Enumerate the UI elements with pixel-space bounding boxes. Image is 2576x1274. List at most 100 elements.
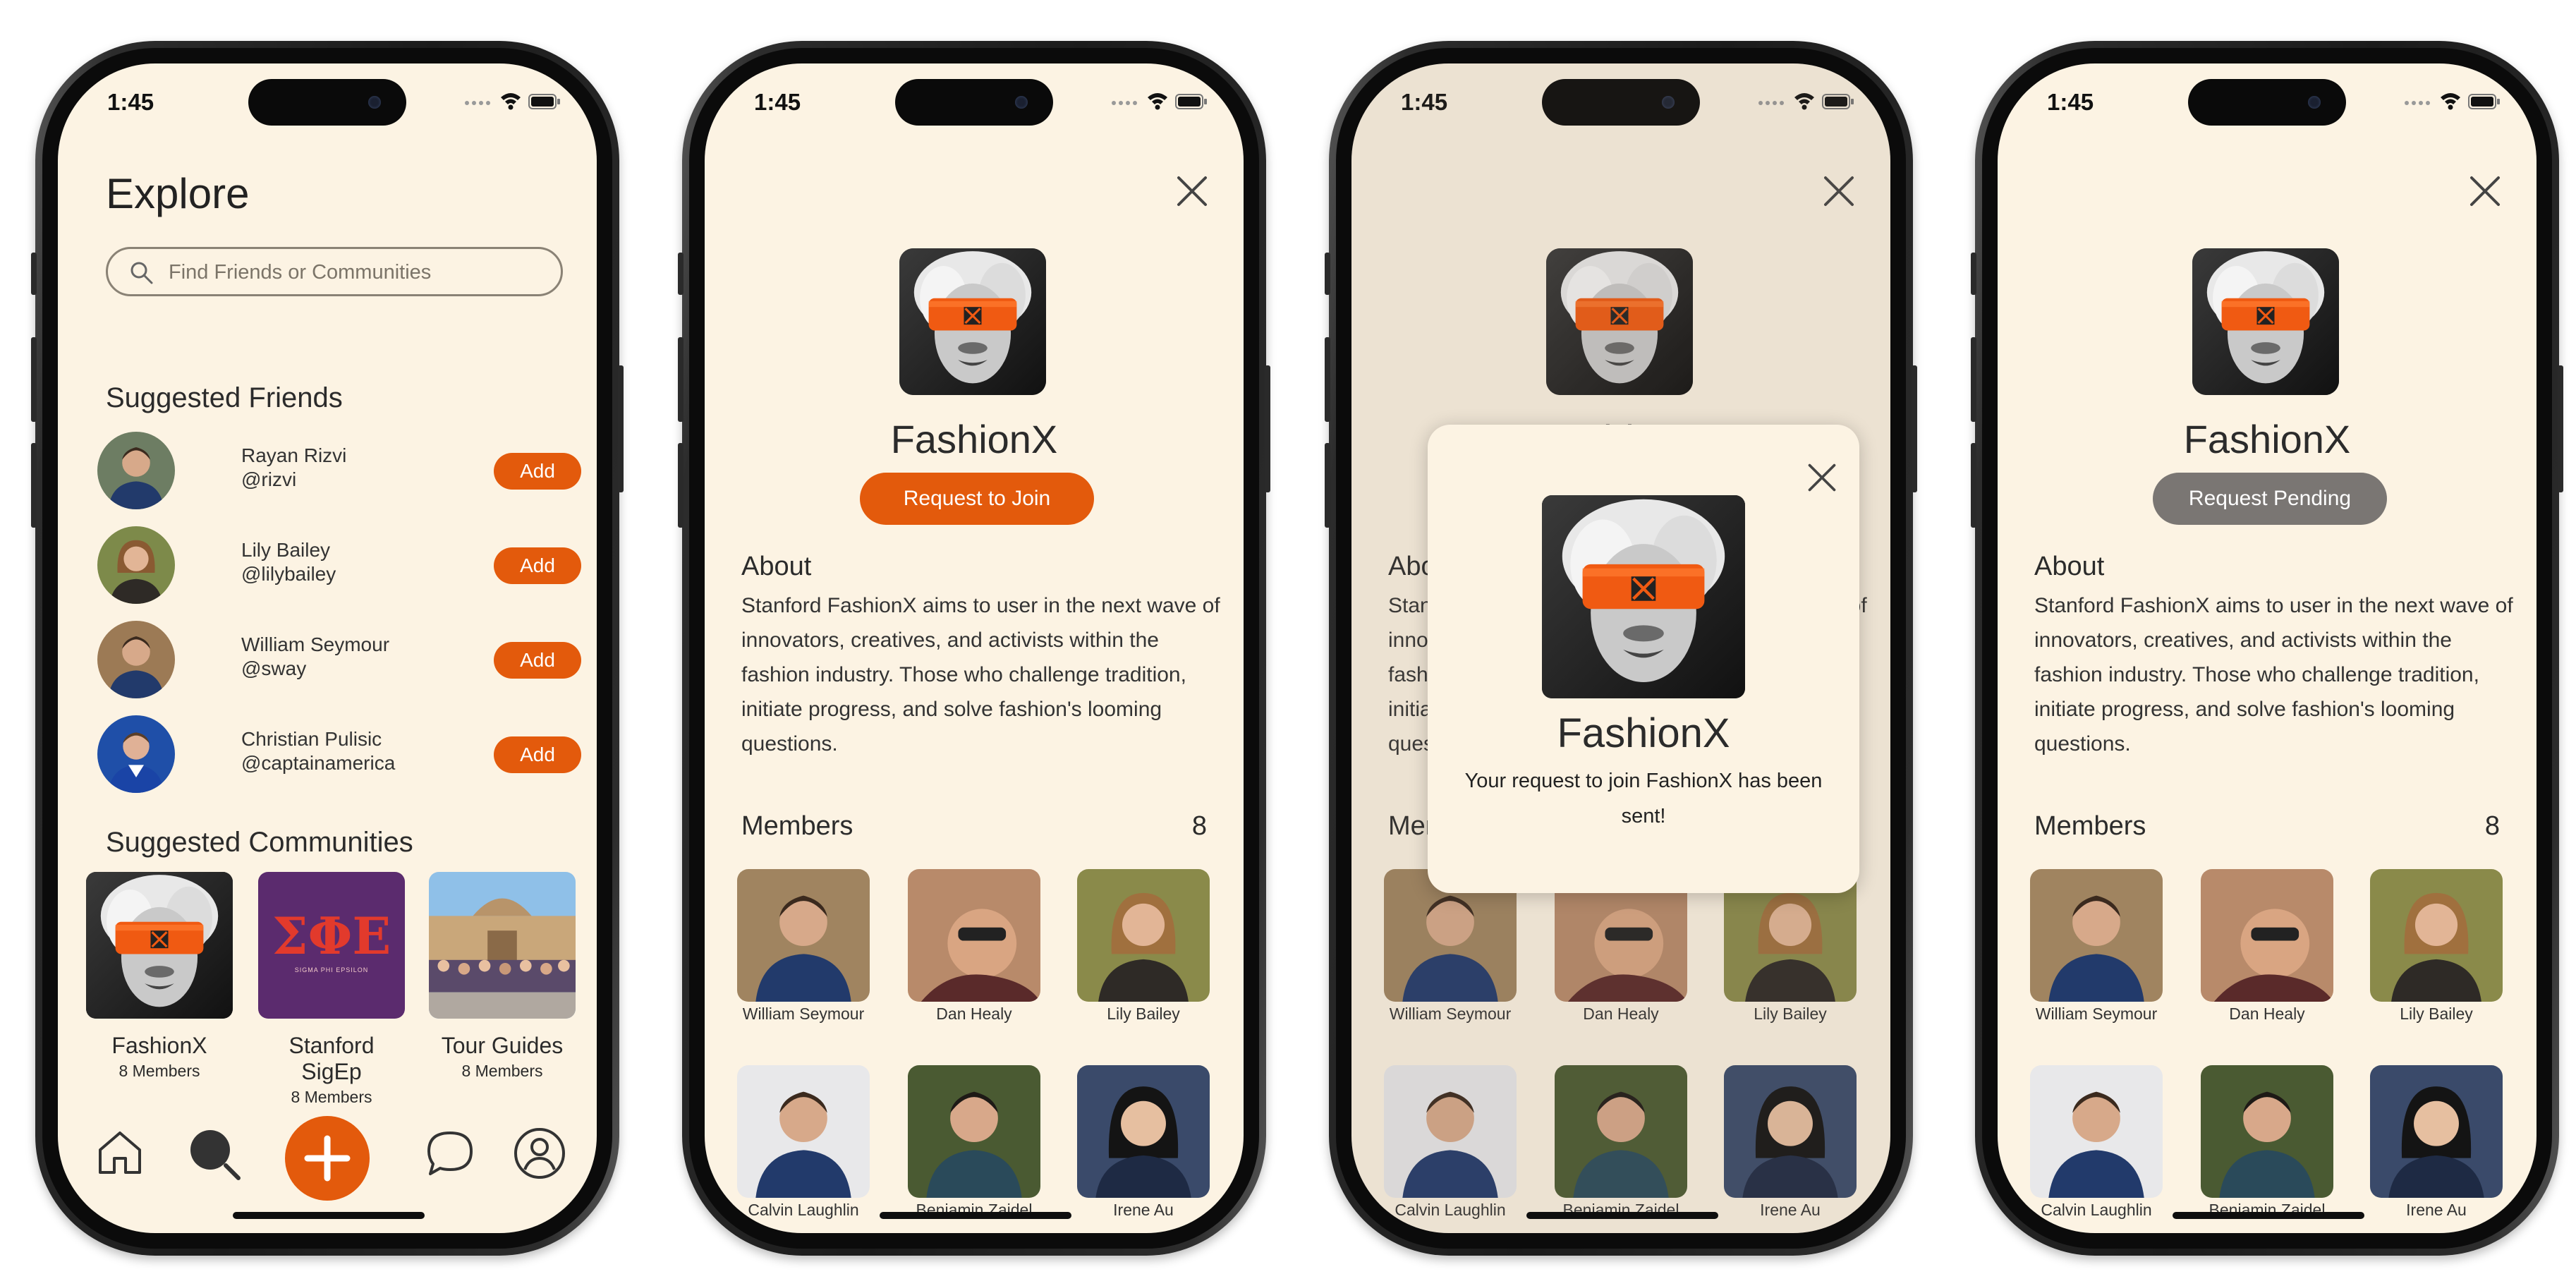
home-icon[interactable]	[93, 1126, 147, 1179]
search-input[interactable]	[167, 257, 551, 287]
modal-community-logo	[1542, 495, 1745, 698]
mute-switch	[1325, 253, 1330, 295]
add-friend-button[interactable]: Add	[494, 547, 581, 584]
community-name: Stanford SigEp	[288, 1033, 375, 1084]
member-name: Lily Bailey	[1107, 1005, 1180, 1023]
volume-down-button	[1971, 443, 1976, 528]
community-photo	[429, 872, 576, 1019]
status-icons	[2402, 90, 2501, 111]
confirmation-screen: 1:45 FashionX About Stanford FashionX ai…	[1351, 63, 1890, 1233]
member-tile[interactable]: Calvin Laughlin	[733, 1065, 874, 1220]
dynamic-island	[2188, 79, 2346, 126]
friend-row: Lily Bailey @lilybailey Add	[97, 526, 581, 604]
status-icons	[1110, 90, 1208, 111]
member-name: Calvin Laughlin	[2041, 1201, 2152, 1219]
member-tile[interactable]: Lily Bailey	[1073, 869, 1214, 1024]
members-count: 8	[1191, 811, 1207, 841]
friend-handle: @captainamerica	[241, 752, 396, 774]
avatar[interactable]	[97, 621, 175, 698]
home-indicator	[2173, 1212, 2364, 1219]
request-pending-button[interactable]: Request Pending	[2153, 473, 2387, 525]
wifi-icon	[501, 93, 521, 110]
modal-close-icon[interactable]	[1806, 461, 1838, 494]
community-logo	[899, 248, 1046, 395]
friend-row: Rayan Rizvi @rizvi Add	[97, 432, 581, 509]
member-tile[interactable]: William Seymour	[733, 869, 874, 1024]
member-photo	[2201, 1065, 2333, 1198]
member-photo	[1077, 1065, 1210, 1198]
community-card-sigep[interactable]: ΣΦΕ SIGMA PHI EPSILON Stanford SigEp 8 M…	[258, 872, 405, 1107]
power-button	[1265, 365, 1270, 492]
suggested-friends-heading: Suggested Friends	[106, 382, 343, 413]
members-heading: Members	[741, 811, 853, 841]
cellular-signal-icon	[1112, 101, 1137, 105]
battery-icon	[528, 94, 560, 109]
friend-handle: @sway	[241, 657, 307, 679]
wifi-icon	[1148, 93, 1167, 110]
member-name: Dan Healy	[2229, 1005, 2305, 1023]
search-bar[interactable]	[106, 247, 563, 296]
mute-switch	[31, 253, 37, 295]
member-photo	[908, 1065, 1040, 1198]
close-icon[interactable]	[2467, 174, 2503, 209]
battery-icon	[1175, 94, 1207, 109]
member-name: Irene Au	[2406, 1201, 2467, 1219]
community-member-count: 8 Members	[119, 1062, 200, 1080]
member-photo	[2201, 869, 2333, 1002]
volume-down-button	[31, 443, 37, 528]
add-friend-button[interactable]: Add	[494, 736, 581, 773]
about-text: Stanford FashionX aims to user in the ne…	[741, 594, 1220, 756]
chat-icon[interactable]	[423, 1126, 477, 1179]
member-tile[interactable]: Calvin Laughlin	[2026, 1065, 2167, 1220]
community-member-count: 8 Members	[291, 1088, 372, 1106]
member-name: William Seymour	[2035, 1005, 2158, 1023]
community-card-tour-guides[interactable]: Tour Guides 8 Members	[429, 872, 576, 1081]
member-tile[interactable]: William Seymour	[2026, 869, 2167, 1024]
members-count: 8	[2484, 811, 2500, 841]
add-friend-button[interactable]: Add	[494, 453, 581, 490]
member-tile[interactable]: Irene Au	[1073, 1065, 1214, 1220]
cellular-signal-icon	[465, 101, 490, 105]
friend-name: Lily Bailey	[241, 539, 331, 561]
request-to-join-button[interactable]: Request to Join	[860, 473, 1094, 525]
battery-icon	[2468, 94, 2500, 109]
status-time: 1:45	[2047, 89, 2094, 115]
member-tile[interactable]: Dan Healy	[904, 869, 1045, 1024]
phone-confirmation: 1:45 FashionX About Stanford FashionX ai…	[1325, 41, 1917, 1256]
volume-up-button	[1325, 337, 1330, 422]
community-name: FashionX	[111, 1033, 207, 1058]
avatar[interactable]	[97, 432, 175, 509]
community-logo	[2192, 248, 2339, 395]
about-heading: About	[2034, 552, 2105, 581]
member-tile[interactable]: Lily Bailey	[2366, 869, 2507, 1024]
member-tile[interactable]: Irene Au	[2366, 1065, 2507, 1220]
plus-icon	[304, 1135, 351, 1182]
add-friend-button[interactable]: Add	[494, 642, 581, 679]
close-icon[interactable]	[1174, 174, 1210, 209]
member-tile[interactable]: Dan Healy	[2197, 869, 2338, 1024]
home-indicator	[233, 1212, 425, 1219]
member-photo	[1077, 869, 1210, 1002]
member-tile[interactable]: Benjamin Zaidel	[2197, 1065, 2338, 1220]
avatar[interactable]	[97, 715, 175, 793]
volume-up-button	[678, 337, 684, 422]
create-button[interactable]	[285, 1116, 370, 1201]
explore-screen: 1:45 Explore Find Friends or Communities…	[58, 63, 597, 1233]
friend-row: Christian Pulisic @captainamerica Add	[97, 715, 581, 793]
member-photo	[737, 869, 870, 1002]
page-title: Explore	[106, 170, 250, 217]
community-card-fashionx[interactable]: FashionX 8 Members	[86, 872, 233, 1081]
mute-switch	[678, 253, 684, 295]
friend-row: William Seymour @sway Add	[97, 621, 581, 698]
member-photo	[2370, 1065, 2503, 1198]
search-nav-icon[interactable]	[186, 1126, 250, 1189]
profile-icon[interactable]	[512, 1126, 567, 1181]
avatar[interactable]	[97, 526, 175, 604]
member-photo	[737, 1065, 870, 1198]
members-heading: Members	[2034, 811, 2146, 841]
phone-explore: 1:45 Explore Find Friends or Communities…	[31, 41, 624, 1256]
search-icon	[130, 262, 153, 284]
status-icons	[463, 90, 561, 111]
power-button	[618, 365, 624, 492]
member-tile[interactable]: Benjamin Zaidel	[904, 1065, 1045, 1220]
